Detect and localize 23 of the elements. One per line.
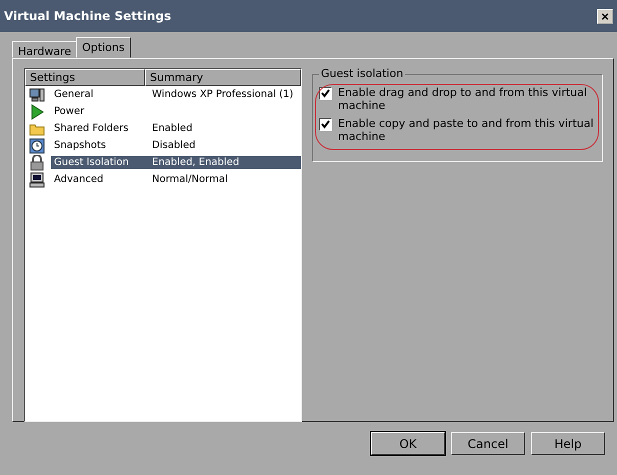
window-title: Virtual Machine Settings bbox=[4, 9, 172, 23]
list-item[interactable]: Advanced bbox=[51, 173, 149, 186]
column-header[interactable]: Settings bbox=[25, 69, 145, 86]
list-item[interactable]: Shared Folders bbox=[51, 122, 149, 135]
column-header[interactable]: Summary bbox=[145, 69, 301, 86]
summary-text: Normal/Normal bbox=[151, 173, 229, 186]
tab[interactable]: Hardware bbox=[12, 41, 78, 58]
list-item[interactable]: Snapshots bbox=[51, 139, 149, 152]
dialog-button[interactable]: OK bbox=[371, 432, 445, 455]
checkbox-label[interactable]: Enable drag and drop to and from this virtual machine bbox=[338, 86, 596, 112]
tab[interactable]: Options bbox=[76, 37, 131, 58]
group-title: Guest isolation bbox=[319, 67, 406, 80]
list-item[interactable]: Guest Isolation bbox=[51, 156, 149, 169]
summary-text: Windows XP Professional (1) bbox=[151, 88, 294, 101]
summary-text: Disabled bbox=[151, 139, 196, 152]
close-button[interactable]: × bbox=[597, 8, 613, 24]
summary-text: Enabled bbox=[151, 122, 194, 135]
dialog-button[interactable]: Help bbox=[531, 432, 605, 455]
summary-text: Enabled, Enabled bbox=[149, 156, 301, 169]
checkbox-label[interactable]: Enable copy and paste to and from this virtual machine bbox=[338, 117, 596, 143]
list-item[interactable]: Power bbox=[51, 105, 149, 118]
list-item[interactable]: General bbox=[51, 88, 149, 101]
dialog-button[interactable]: Cancel bbox=[451, 432, 525, 455]
